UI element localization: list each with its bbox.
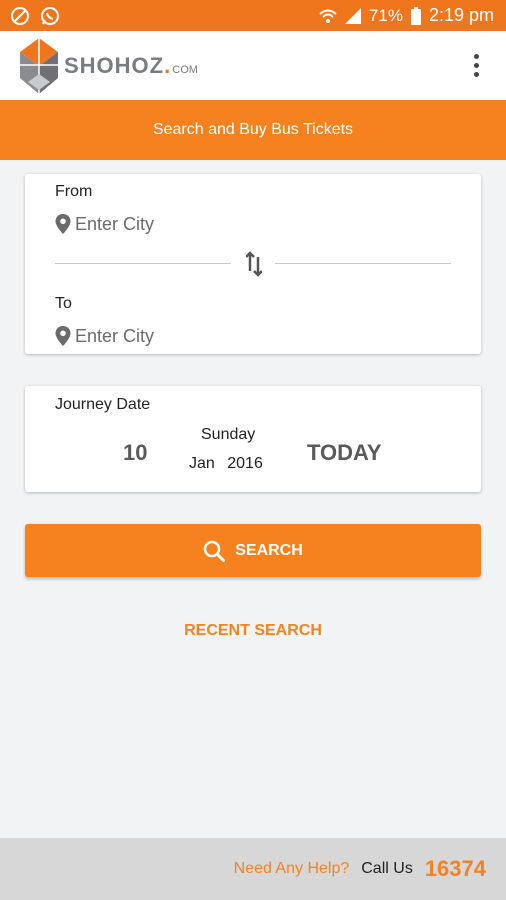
to-city-field[interactable] [55,321,435,351]
call-us-label: Call Us [361,860,413,877]
search-icon [203,540,226,562]
to-city-input[interactable] [75,325,415,347]
swap-vertical-icon[interactable] [241,250,267,278]
route-divider-left [55,263,231,264]
logo-suffix: COM [172,63,198,76]
route-divider-right [275,263,451,264]
map-pin-icon [55,326,71,346]
battery-percent: 71% [368,5,403,25]
battery-icon [410,6,421,25]
status-right: 71% 2:19 pm [319,5,494,26]
status-bar: 71% 2:19 pm [0,0,506,31]
journey-date-label: Journey Date [55,396,151,413]
help-question[interactable]: Need Any Help? [234,860,350,878]
to-label: To [55,295,72,312]
journey-day[interactable]: 10 [123,440,147,466]
help-bar: Need Any Help? Call Us 16374 [0,838,506,900]
shohoz-logo: SHOHOZ. COM [20,37,198,94]
logo-mark-icon [20,37,58,94]
journey-month: Jan [189,455,215,472]
search-button[interactable]: SEARCH [25,524,481,577]
banner-title: Search and Buy Bus Tickets [152,121,354,138]
whatsapp-icon [40,6,60,26]
from-city-field[interactable] [55,209,435,239]
status-time: 2:19 pm [428,5,494,25]
route-card: From To [25,174,481,354]
today-button[interactable]: TODAY [307,440,382,466]
status-left [10,6,60,26]
from-city-input[interactable] [75,213,415,235]
app-bar: SHOHOZ. COM [0,31,506,100]
more-vertical-icon[interactable] [464,46,488,86]
map-pin-icon [55,214,71,234]
search-button-label: SEARCH [235,541,303,559]
recent-search-link[interactable]: RECENT SEARCH [0,622,506,640]
signal-icon [344,7,361,24]
from-label: From [55,183,93,200]
helpline-number[interactable]: 16374 [425,856,486,882]
logo-dot: . [164,52,172,78]
journey-date-card[interactable]: Journey Date 10 Sunday Jan 2016 TODAY [25,386,481,492]
journey-year: 2016 [227,455,263,472]
no-sim-icon [10,6,30,26]
journey-month-year[interactable]: Jan 2016 [189,455,263,473]
logo-wordmark: SHOHOZ. COM [64,53,198,79]
banner: Search and Buy Bus Tickets [0,100,506,160]
logo-name: SHOHOZ [64,52,165,78]
wifi-icon [319,8,337,24]
journey-weekday: Sunday [201,426,256,443]
